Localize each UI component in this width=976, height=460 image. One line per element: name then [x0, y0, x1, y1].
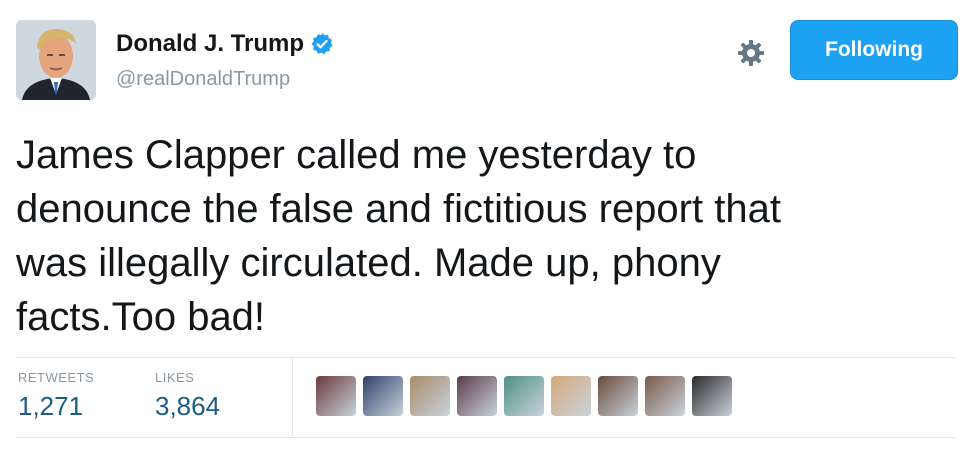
retweets-stat[interactable]: RETWEETS 1,271 [18, 370, 94, 422]
tweet-text: James Clapper called me yesterday to den… [16, 133, 781, 339]
retweets-count: 1,271 [18, 391, 84, 421]
likes-stat[interactable]: LIKES 3,864 [155, 370, 220, 422]
display-name[interactable]: Donald J. Trump [116, 30, 304, 58]
liker-avatar[interactable] [504, 376, 544, 416]
liker-avatar[interactable] [645, 376, 685, 416]
divider [16, 357, 956, 358]
liker-avatar[interactable] [316, 376, 356, 416]
liker-avatar[interactable] [457, 376, 497, 416]
liker-avatar[interactable] [551, 376, 591, 416]
likers-avatars [316, 376, 732, 416]
stats-separator [292, 358, 293, 436]
liker-avatar[interactable] [363, 376, 403, 416]
verified-badge-icon [310, 32, 334, 56]
likes-label: LIKES [155, 370, 195, 385]
likes-count: 3,864 [155, 391, 221, 421]
name-row: Donald J. Trump [116, 30, 334, 58]
retweets-label: RETWEETS [18, 370, 95, 385]
following-button[interactable]: Following [790, 20, 958, 80]
avatar-image [16, 20, 96, 100]
divider [16, 437, 956, 438]
liker-avatar[interactable] [598, 376, 638, 416]
user-handle[interactable]: @realDonaldTrump [116, 68, 290, 91]
gear-icon[interactable] [734, 36, 768, 70]
liker-avatar[interactable] [692, 376, 732, 416]
liker-avatar[interactable] [410, 376, 450, 416]
avatar[interactable] [16, 20, 96, 100]
